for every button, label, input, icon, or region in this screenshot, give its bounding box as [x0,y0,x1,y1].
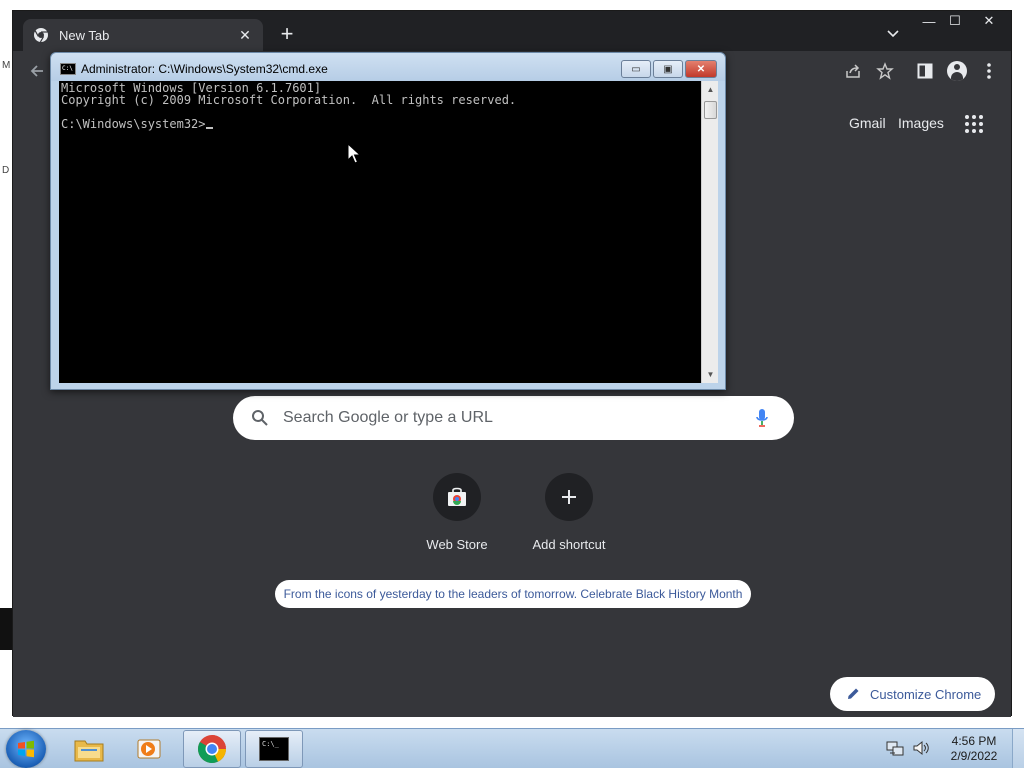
chrome-icon [198,734,226,763]
scroll-up-icon[interactable]: ▲ [702,81,719,98]
mouse-pointer-icon [347,143,361,164]
scroll-thumb[interactable] [704,101,717,119]
cmd-prompt: C:\Windows\system32> [61,117,206,131]
cmd-minimize-button[interactable]: ▭ [621,60,651,78]
profile-button[interactable] [945,59,969,83]
gmail-link[interactable]: Gmail [849,115,886,131]
cmd-prompt-line: C:\Windows\system32> [61,118,699,130]
cmd-taskbar-icon: C:\_ [259,737,289,761]
tab-new-tab[interactable]: New Tab ✕ [23,19,263,51]
cmd-close-button[interactable]: ✕ [685,60,717,78]
customize-label: Customize Chrome [870,686,982,702]
clock-date: 2/9/2022 [950,749,998,763]
menu-button[interactable] [977,59,1001,83]
media-player-icon [137,739,161,759]
chrome-favicon-icon [34,28,48,43]
taskbar-explorer[interactable] [60,730,118,768]
more-vert-icon [987,63,991,79]
desktop-edge-right [1012,0,1024,728]
bookmark-button[interactable] [873,59,897,83]
shortcut-label: Add shortcut [532,537,606,552]
taskbar: C:\_ 4:56 PM 2/9/2022 [0,728,1024,768]
taskbar-chrome[interactable] [183,730,241,768]
arrow-left-icon [30,65,43,77]
apps-grid-icon[interactable] [965,115,983,133]
system-tray [886,739,930,757]
search-input[interactable] [283,396,723,440]
avatar-icon [947,61,967,81]
tab-title: New Tab [59,27,110,43]
desktop-glyph: D [2,165,10,176]
close-button[interactable]: ✕ [973,11,1005,31]
back-button[interactable] [25,59,49,83]
tab-strip: New Tab ✕ + — ☐ ✕ [13,11,1011,51]
new-tab-button[interactable]: + [275,23,299,47]
microphone-icon[interactable] [755,408,769,428]
plus-icon [562,490,576,504]
cmd-scrollbar[interactable]: ▲ ▼ [701,81,718,383]
volume-icon[interactable] [912,739,930,757]
text-cursor [205,127,213,129]
cmd-window[interactable]: C:\ Administrator: C:\Windows\System32\c… [50,52,726,390]
cmd-title: Administrator: C:\Windows\System32\cmd.e… [81,62,328,76]
shortcut-icon-circle [433,473,481,521]
share-icon [846,64,860,78]
cmd-output-line: Copyright (c) 2009 Microsoft Corporation… [61,93,517,107]
tab-close-icon[interactable]: ✕ [237,27,253,44]
clock[interactable]: 4:56 PM 2/9/2022 [946,734,1002,764]
promo-link[interactable]: From the icons of yesterday to the leade… [275,580,751,608]
web-store-icon [448,487,466,506]
desktop-glyph: M [2,60,11,71]
taskbar-media-player[interactable] [120,730,178,768]
search-box[interactable] [233,396,794,440]
show-desktop-button[interactable] [1012,729,1024,768]
cmd-title-bar[interactable]: C:\ Administrator: C:\Windows\System32\c… [51,53,725,81]
shortcut-label: Web Store [426,537,488,552]
start-button[interactable] [6,730,46,768]
cmd-console[interactable]: Microsoft Windows [Version 6.1.7601] Copy… [59,81,701,383]
shortcut-add[interactable]: Add shortcut [513,473,625,565]
search-icon [252,410,268,426]
windows-logo-icon [18,740,34,758]
cmd-maximize-button[interactable]: ▣ [653,60,683,78]
tab-search-chevron-icon[interactable] [885,25,901,41]
taskbar-cmd[interactable]: C:\_ [245,730,303,768]
side-panel-icon [917,63,933,79]
share-button[interactable] [841,59,865,83]
folder-icon [74,740,104,762]
customize-chrome-button[interactable]: Customize Chrome [830,677,995,711]
side-panel-button[interactable] [913,59,937,83]
shortcut-icon-circle [545,473,593,521]
clock-time: 4:56 PM [951,734,997,748]
cmd-window-icon[interactable]: C:\ [60,63,76,75]
images-link[interactable]: Images [898,115,944,131]
shortcut-web-store[interactable]: Web Store [401,473,513,565]
pencil-icon [848,688,859,699]
network-icon[interactable] [886,739,904,757]
scroll-down-icon[interactable]: ▼ [702,366,719,383]
maximize-button[interactable]: ☐ [939,11,971,31]
star-icon [876,62,894,80]
desktop-dark-strip [0,608,12,650]
